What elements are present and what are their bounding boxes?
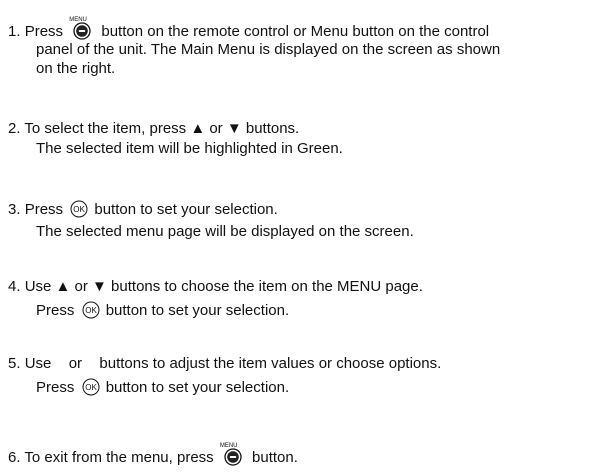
ok-button-icon: OK (82, 378, 100, 396)
ok-button-icon: OK (70, 200, 88, 218)
step-6-number: 6. (8, 449, 21, 466)
step-1-line-3: on the right. (36, 60, 116, 77)
step-5-number: 5. (8, 355, 21, 372)
step-1-line-1: 1. Press MENU button on the remote contr… (8, 17, 490, 41)
step-4-press-text: Press (36, 302, 75, 319)
step-5-press-text: Press (36, 379, 75, 396)
step-3-number: 3. (8, 201, 21, 218)
step-5-use-text: Use (24, 355, 52, 372)
step-4-text-2: button to set your selection. (105, 302, 290, 319)
svg-text:OK: OK (85, 306, 97, 315)
step-5-or-text: or (68, 355, 83, 372)
svg-text:OK: OK (85, 383, 97, 392)
step-2-number: 2. (8, 120, 21, 137)
menu-button-icon: MENU (220, 443, 244, 466)
step-2-line-1: 2. To select the item, press ▲ or ▼ butt… (8, 120, 299, 138)
step-1-number: 1. (8, 23, 21, 40)
step-4-line-1: 4. Use ▲ or ▼ buttons to choose the item… (8, 278, 423, 296)
step-6-text-2: button. (252, 449, 298, 466)
step-4-text: Use ▲ or ▼ buttons to choose the item on… (24, 278, 423, 295)
step-3-press-text: Press (24, 201, 64, 218)
step-1-press-text: Press (24, 23, 64, 40)
step-1-text: button on the remote control or Menu but… (101, 23, 490, 40)
menu-button-icon: MENU (69, 17, 93, 40)
step-3-text: button to set your selection. (94, 201, 278, 218)
step-4-line-2: Press OK button to set your selection. (36, 301, 289, 320)
step-6-line-1: 6. To exit from the menu, press MENU but… (8, 443, 298, 467)
step-5-line-2: Press OK button to set your selection. (36, 378, 289, 397)
step-2-text: To select the item, press ▲ or ▼ buttons… (24, 120, 300, 137)
step-5-text: buttons to adjust the item values or cho… (99, 355, 442, 372)
step-6-text: To exit from the menu, press (24, 449, 214, 466)
step-1-line-2: panel of the unit. The Main Menu is disp… (36, 41, 501, 58)
step-5-text-2: button to set your selection. (105, 379, 290, 396)
step-3-line-2: The selected menu page will be displayed… (36, 223, 414, 240)
step-2-line-2: The selected item will be highlighted in… (36, 140, 343, 157)
step-4-number: 4. (8, 278, 21, 295)
step-5-line-1: 5. Use or buttons to adjust the item val… (8, 355, 441, 373)
svg-text:OK: OK (73, 205, 85, 214)
step-3-line-1: 3. Press OK button to set your selection… (8, 200, 278, 219)
ok-button-icon: OK (82, 301, 100, 319)
